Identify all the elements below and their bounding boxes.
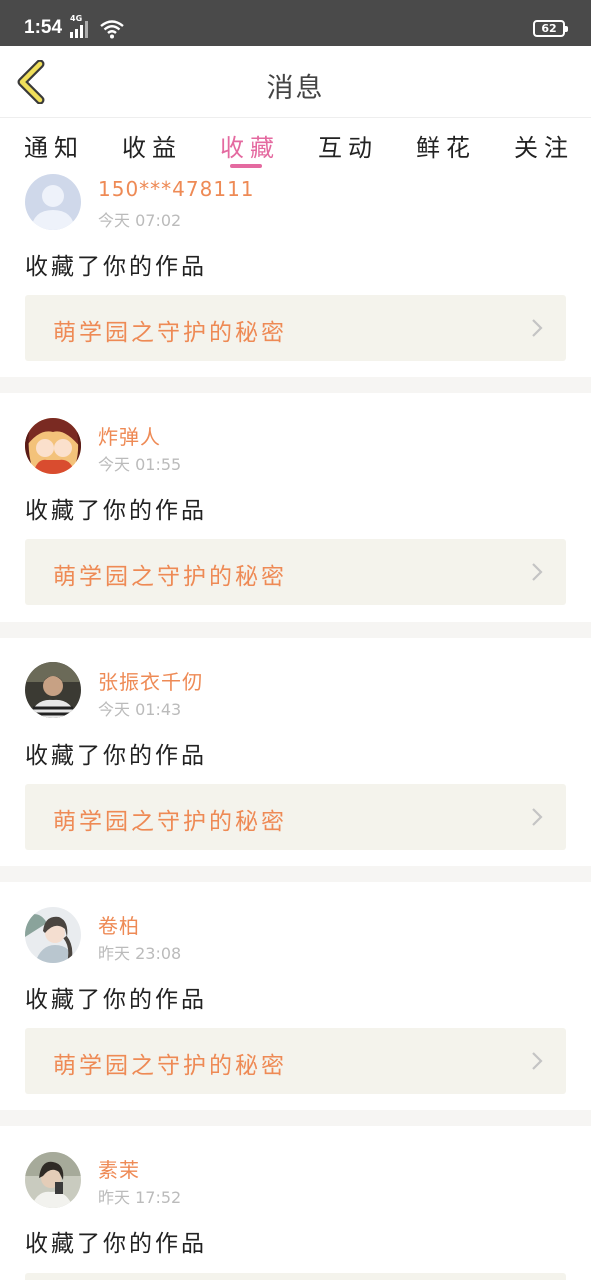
message-time: 今天 01:43 (98, 700, 182, 719)
user-name[interactable]: 150***478111 (98, 177, 255, 201)
page-title: 消息 (266, 73, 325, 104)
divider (0, 377, 591, 393)
chevron-right-icon (532, 808, 543, 826)
status-time: 1:54 (24, 17, 63, 38)
avatar[interactable] (25, 907, 81, 963)
message-card: 卷柏 昨天 23:08 收藏了你的作品 萌学园之守护的秘密 (0, 882, 591, 1110)
divider (0, 1110, 591, 1126)
avatar[interactable] (25, 418, 81, 474)
message-card: 150***478111 今天 07:02 收藏了你的作品 萌学园之守护的秘密 (0, 174, 591, 377)
battery-icon: 62 (533, 20, 568, 37)
work-link[interactable]: 萌学园之守护的秘密 (25, 784, 566, 850)
tab-favorites[interactable]: 收藏 (220, 128, 280, 163)
tab-interaction[interactable]: 互动 (318, 128, 378, 163)
user-name[interactable]: 炸弹人 (98, 421, 161, 450)
tab-notify[interactable]: 通知 (24, 128, 84, 163)
anime-avatar-image (25, 418, 81, 474)
photo-avatar-image (25, 662, 81, 718)
message-card: 炸弹人 今天 01:55 收藏了你的作品 萌学园之守护的秘密 (0, 393, 591, 622)
wifi-icon (100, 20, 124, 39)
message-list: 150***478111 今天 07:02 收藏了你的作品 萌学园之守护的秘密 … (0, 174, 591, 1280)
tab-earnings[interactable]: 收益 (122, 128, 182, 163)
divider (0, 866, 591, 882)
divider (0, 622, 591, 638)
tab-flowers[interactable]: 鲜花 (416, 128, 476, 163)
work-link[interactable] (25, 1273, 566, 1280)
action-text: 收藏了你的作品 (25, 1231, 207, 1257)
message-time: 今天 01:55 (98, 455, 182, 474)
work-title: 萌学园之守护的秘密 (53, 809, 287, 835)
selfie-avatar-image (25, 1152, 81, 1208)
illustration-avatar-image (25, 907, 81, 963)
user-name[interactable]: 张振衣千仞 (98, 666, 203, 695)
action-text: 收藏了你的作品 (25, 498, 207, 524)
user-name[interactable]: 卷柏 (98, 910, 140, 939)
message-time: 今天 07:02 (98, 211, 182, 230)
avatar[interactable] (25, 1152, 81, 1208)
chevron-right-icon (532, 563, 543, 581)
default-avatar-icon (25, 174, 81, 230)
work-link[interactable]: 萌学园之守护的秘密 (25, 539, 566, 605)
network-type: 4G (70, 14, 83, 23)
action-text: 收藏了你的作品 (25, 254, 207, 280)
message-time: 昨天 17:52 (98, 1188, 182, 1207)
avatar[interactable] (25, 174, 81, 230)
user-name[interactable]: 素茉 (98, 1154, 140, 1183)
app-header: 消息 (0, 46, 591, 118)
tab-bar: 通知 收益 收藏 互动 鲜花 关注 (0, 118, 591, 174)
battery-level: 62 (541, 22, 557, 35)
status-bar: 1:54 4G 62 (0, 0, 591, 46)
tab-follow[interactable]: 关注 (514, 128, 574, 163)
work-link[interactable]: 萌学园之守护的秘密 (25, 295, 566, 361)
message-time: 昨天 23:08 (98, 944, 182, 963)
chevron-right-icon (532, 319, 543, 337)
avatar[interactable] (25, 662, 81, 718)
action-text: 收藏了你的作品 (25, 743, 207, 769)
work-title: 萌学园之守护的秘密 (53, 564, 287, 590)
work-title: 萌学园之守护的秘密 (53, 1053, 287, 1079)
tab-active-indicator (230, 164, 262, 168)
message-card: 素茉 昨天 17:52 收藏了你的作品 (0, 1126, 591, 1280)
chevron-right-icon (532, 1052, 543, 1070)
work-title: 萌学园之守护的秘密 (53, 320, 287, 346)
cell-signal-icon: 4G (70, 14, 88, 38)
message-card: 张振衣千仞 今天 01:43 收藏了你的作品 萌学园之守护的秘密 (0, 638, 591, 866)
action-text: 收藏了你的作品 (25, 987, 207, 1013)
work-link[interactable]: 萌学园之守护的秘密 (25, 1028, 566, 1094)
